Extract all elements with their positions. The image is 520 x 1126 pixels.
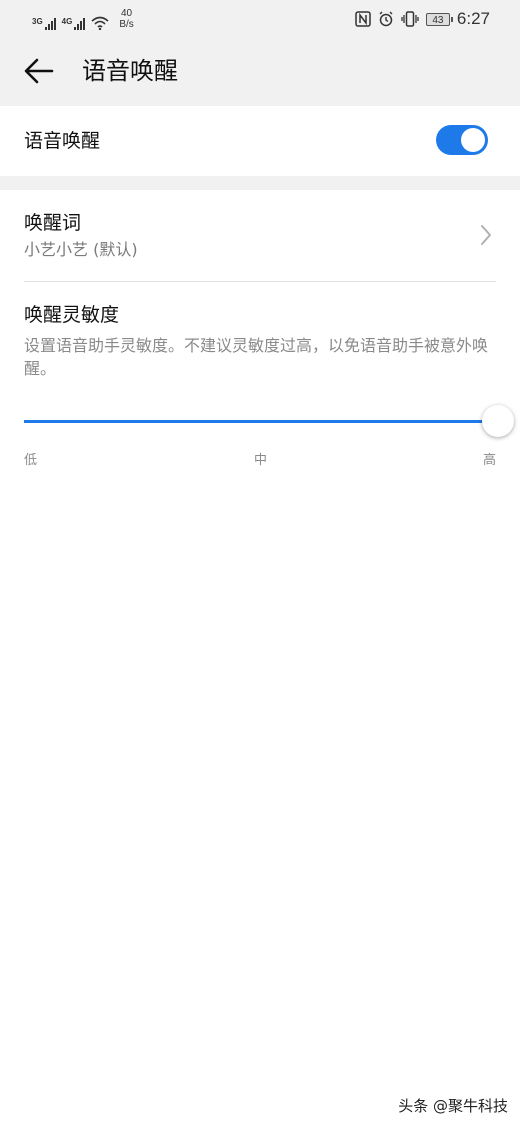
tick-label-low: 低 <box>24 453 38 468</box>
status-right: 43 6:27 <box>355 9 490 29</box>
wake-word-row[interactable]: 唤醒词 小艺小艺 (默认) <box>0 200 520 280</box>
network-type-label: 3G <box>32 17 43 26</box>
wake-word-value: 小艺小艺 (默认) <box>24 240 138 259</box>
chevron-right-icon <box>481 225 491 245</box>
sensitivity-description: 设置语音助手灵敏度。不建议灵敏度过高，以免语音助手被意外唤醒。 <box>24 336 489 378</box>
vibrate-icon <box>401 11 419 27</box>
signal-strength-icon: 3G <box>32 18 56 30</box>
voice-wake-toggle[interactable] <box>436 125 488 155</box>
tick-label-mid: 中 <box>254 453 268 468</box>
tick-label-high: 高 <box>483 453 497 468</box>
divider <box>24 281 496 282</box>
voice-wake-row[interactable]: 语音唤醒 <box>0 106 520 176</box>
wifi-icon <box>91 16 109 30</box>
slider-thumb[interactable] <box>482 405 514 437</box>
net-speed-value: 40 <box>121 8 133 19</box>
toggle-knob <box>461 128 485 152</box>
net-speed-unit: B/s <box>119 19 134 30</box>
watermark: 头条 @聚牛科技 <box>398 1097 508 1115</box>
alarm-icon <box>379 11 393 27</box>
net-speed: 40 B/s <box>119 8 133 30</box>
clock: 6:27 <box>456 9 490 28</box>
battery-level: 43 <box>432 14 444 26</box>
app-header: 语音唤醒 <box>0 36 520 106</box>
status-left: 3G 4G 40 B/s <box>32 8 134 30</box>
sensitivity-slider[interactable] <box>24 404 514 440</box>
wake-word-title: 唤醒词 <box>24 212 82 234</box>
status-bar: 3G 4G 40 B/s 43 6:27 <box>0 0 520 36</box>
nfc-icon <box>355 11 371 27</box>
voice-wake-label: 语音唤醒 <box>24 130 101 152</box>
section-divider <box>0 176 520 190</box>
page-title: 语音唤醒 <box>82 57 178 85</box>
back-arrow-icon[interactable] <box>22 54 56 88</box>
battery-icon: 43 <box>425 12 453 26</box>
signal-strength-icon: 4G <box>62 18 86 30</box>
network-type-label: 4G <box>61 17 73 26</box>
slider-fill <box>24 420 498 423</box>
sensitivity-title: 唤醒灵敏度 <box>24 304 120 326</box>
